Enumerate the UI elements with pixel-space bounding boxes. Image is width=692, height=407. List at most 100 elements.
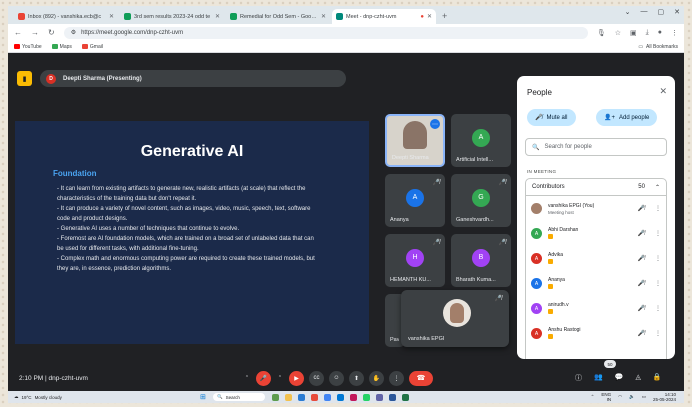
list-item[interactable]: A anirudh.v 🎤̸ ⋮ [526, 296, 666, 321]
chat-icon[interactable]: 💬 [615, 373, 624, 383]
self-view-tile[interactable]: 🎤̸ vanshika EPGI [401, 290, 509, 347]
more-options-icon[interactable]: ⋮ [655, 205, 661, 212]
app-icon[interactable] [272, 393, 279, 401]
browser-tab-inbox[interactable]: Inbox (892) - vanshika.ecb@c ✕ [14, 9, 118, 24]
presenting-indicator[interactable]: D Deepti Sharma (Presenting) [40, 70, 346, 87]
captions-button[interactable]: cc [309, 370, 324, 386]
more-options-icon[interactable]: ⋮ [655, 230, 661, 237]
chevron-up-icon[interactable]: ⌃ [276, 371, 284, 386]
battery-icon[interactable]: ▭ [642, 394, 646, 400]
info-icon[interactable]: ⓘ [575, 373, 582, 383]
list-item[interactable]: vanshika EPGI (You) Meeting host 🎤̸ ⋮ [526, 196, 666, 221]
chevron-up-icon[interactable]: ⌃ [655, 184, 660, 191]
all-bookmarks[interactable]: ▭ All Bookmarks [638, 44, 678, 50]
extensions-icon[interactable]: ▣ [630, 29, 637, 37]
bookmark-maps[interactable]: Maps [51, 44, 72, 50]
app-icon[interactable] [350, 393, 357, 401]
wifi-icon[interactable]: ◠ [618, 394, 622, 400]
volume-icon[interactable]: 🔈 [629, 394, 635, 400]
chrome-icon[interactable] [324, 393, 331, 401]
participant-tile-hemanth[interactable]: 🎤̸ H HEMANTH KU... [385, 234, 445, 287]
mic-off-icon[interactable]: 🎤̸ [638, 205, 645, 212]
new-tab-button[interactable]: + [442, 9, 447, 24]
present-button[interactable]: ⬆ [349, 370, 364, 386]
file-explorer-icon[interactable] [285, 393, 292, 401]
host-controls-icon[interactable]: 🔒 [653, 373, 662, 383]
more-options-icon[interactable]: ⋯ [430, 119, 440, 129]
language-indicator[interactable]: ENG IN [601, 392, 611, 402]
list-item[interactable]: A Abhi Darshan 🎤̸ ⋮ [526, 221, 666, 246]
mic-off-icon[interactable]: 🎤̸ [638, 330, 645, 337]
site-info-icon[interactable]: ⚙ [71, 29, 76, 36]
activities-icon[interactable]: ◬ [635, 373, 640, 383]
side-panel-controls: ⓘ 👥 💬 ◬ 🔒 [575, 373, 662, 383]
participant-tile-bharath[interactable]: 🎤̸ B Bharath Kuma... [451, 234, 511, 287]
app-icon[interactable] [298, 393, 305, 401]
participant-tile-artificial[interactable]: A Artificial Intell... [451, 114, 511, 167]
participant-tile-deepti[interactable]: ⋯ Deepti Sharma [385, 114, 445, 167]
close-icon[interactable]: ✕ [659, 86, 667, 97]
close-window-icon[interactable]: ✕ [674, 8, 680, 16]
bookmark-gmail[interactable]: Gmail [81, 44, 103, 50]
camera-toggle-button[interactable]: ▶ [289, 370, 304, 386]
chevron-up-icon[interactable]: ⌃ [243, 371, 251, 386]
mic-off-icon[interactable]: 🎤̸ [638, 255, 645, 262]
browser-tab-results[interactable]: 3rd sem results 2023-24 odd te ✕ [120, 9, 224, 24]
excel-icon[interactable] [402, 393, 409, 401]
browser-tab-meet[interactable]: Meet - dnp-czht-uvm ● ✕ [332, 9, 436, 24]
close-icon[interactable]: ✕ [109, 13, 114, 20]
back-icon[interactable]: ← [14, 28, 22, 37]
reload-icon[interactable]: ↻ [48, 28, 55, 37]
people-search-input[interactable]: 🔍 Search for people [525, 138, 667, 156]
mic-off-icon[interactable]: 🎤̸ [638, 230, 645, 237]
app-icon[interactable] [311, 393, 318, 401]
bookmark-star-icon[interactable]: ☆ [615, 29, 621, 37]
bookmark-youtube[interactable]: YouTube [14, 44, 42, 50]
contributors-header[interactable]: Contributors 50 ⌃ [525, 178, 667, 196]
mic-icon[interactable]: 🎙 [597, 29, 606, 37]
list-item[interactable]: A Advika 🎤̸ ⋮ [526, 246, 666, 271]
more-options-button[interactable]: ⋮ [389, 370, 404, 386]
profile-icon[interactable]: ● [658, 29, 662, 37]
address-bar[interactable]: ⚙ https://meet.google.com/dnp-czht-uvm [63, 26, 588, 39]
participant-tile-ganesh[interactable]: 🎤̸ G Ganeshvardh... [451, 174, 511, 227]
weather-temp: 19°C [21, 394, 32, 400]
microphone-toggle-button[interactable]: 🎤 [256, 370, 271, 386]
close-icon[interactable]: ✕ [427, 13, 432, 20]
browser-tab-remedial[interactable]: Remedial for Odd Sem - Google ✕ [226, 9, 330, 24]
more-options-icon[interactable]: ⋮ [655, 255, 661, 262]
close-icon[interactable]: ✕ [321, 13, 326, 20]
windows-start-icon[interactable]: ⊞ [200, 393, 206, 401]
forward-icon[interactable]: → [31, 28, 39, 37]
close-icon[interactable]: ✕ [215, 13, 220, 20]
maximize-icon[interactable]: ▢ [658, 8, 665, 16]
emoji-reaction-button[interactable]: ☺ [329, 370, 344, 386]
mic-off-icon[interactable]: 🎤̸ [638, 280, 645, 287]
minimize-icon[interactable]: — [641, 8, 648, 16]
more-options-icon[interactable]: ⋮ [655, 305, 661, 312]
menu-icon[interactable]: ⋮ [671, 29, 678, 37]
weather-widget[interactable]: ☁ 19°C Mostly cloudy [14, 394, 62, 400]
teams-icon[interactable] [376, 393, 383, 401]
raise-hand-button[interactable]: ✋ [369, 370, 384, 386]
chevron-up-icon[interactable]: ⌃ [591, 394, 595, 400]
more-options-icon[interactable]: ⋮ [655, 330, 661, 337]
edge-icon[interactable] [337, 393, 344, 401]
slide-title: Generative AI [140, 143, 244, 160]
end-call-button[interactable]: ☎ [409, 370, 433, 386]
mute-all-button[interactable]: 🎤̸ Mute all [527, 109, 576, 126]
slide-bullet: - It can produce a variety of novel cont… [57, 206, 311, 212]
word-icon[interactable] [389, 393, 396, 401]
taskbar-search[interactable]: 🔍 Search [213, 393, 265, 401]
whatsapp-icon[interactable] [363, 393, 370, 401]
tab-search-icon[interactable]: ⌄ [625, 8, 631, 16]
download-icon[interactable]: ⤓ [646, 29, 649, 37]
list-item[interactable]: A Anshu Rastogi 🎤̸ ⋮ [526, 321, 666, 346]
clock[interactable]: 14:10 25-05-2024 [653, 392, 676, 402]
participant-tile-ananya[interactable]: 🎤̸ A Ananya [385, 174, 445, 227]
add-people-button[interactable]: 👤+ Add people [596, 109, 658, 126]
people-icon[interactable]: 👥 [594, 373, 603, 383]
mic-off-icon[interactable]: 🎤̸ [638, 305, 645, 312]
more-options-icon[interactable]: ⋮ [655, 280, 661, 287]
list-item[interactable]: A Ananya 🎤̸ ⋮ [526, 271, 666, 296]
